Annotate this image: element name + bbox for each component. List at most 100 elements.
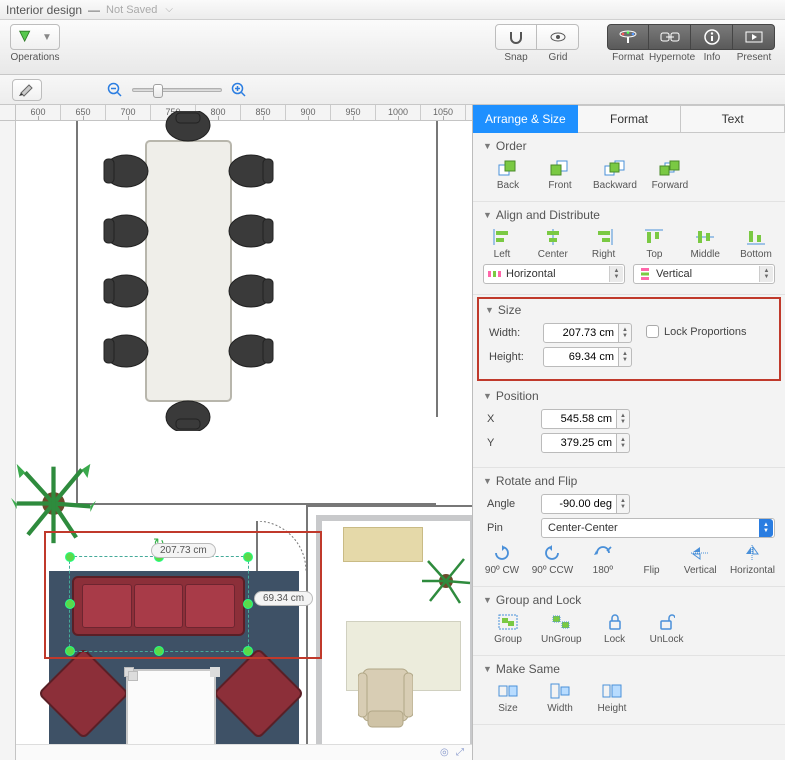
scrollbar-horizontal[interactable]: ◎ ⤢ — [16, 744, 472, 760]
tab-format[interactable]: Format — [578, 105, 682, 133]
rug-shape[interactable] — [343, 527, 423, 562]
disclosure-triangle-icon[interactable]: ▼ — [483, 210, 492, 220]
ungroup-button[interactable]: UnGroup — [541, 613, 582, 645]
pin-select[interactable]: Center-Center▲▼ — [541, 518, 775, 538]
align-bottom-button[interactable]: Bottom — [737, 228, 775, 260]
snap-label: Snap — [495, 52, 537, 63]
ruler-vertical — [0, 121, 16, 760]
height-input[interactable] — [543, 347, 619, 367]
section-make-same: ▼ Make Same Size Width Height — [473, 656, 785, 725]
snap-grid-group: Snap Grid — [495, 24, 579, 63]
canvas-area[interactable]: 600650700750800850900950100010501100 — [0, 105, 473, 760]
resize-handle[interactable] — [243, 552, 253, 562]
operations-group: ▼ Operations — [10, 24, 60, 63]
dining-table-shape[interactable] — [96, 111, 281, 431]
group-button[interactable]: Group — [489, 613, 527, 645]
tab-arrange-size[interactable]: Arrange & Size — [473, 105, 578, 133]
zoom-control — [106, 81, 248, 99]
view-group: Format Hypernote Info Present — [607, 24, 775, 63]
y-input[interactable] — [541, 433, 617, 453]
rotate-cw-button[interactable]: 90º CW — [483, 544, 521, 576]
disclosure-triangle-icon[interactable]: ▼ — [483, 664, 492, 674]
ruler-corner — [0, 105, 16, 121]
selection-bounds[interactable]: ↻ — [69, 556, 249, 652]
x-input[interactable] — [541, 409, 617, 429]
pin-label: Pin — [487, 522, 535, 534]
section-title: Align and Distribute — [496, 208, 600, 222]
unlock-button[interactable]: UnLock — [648, 613, 686, 645]
disclosure-triangle-icon[interactable]: ▼ — [483, 595, 492, 605]
resize-handle[interactable] — [243, 646, 253, 656]
distribute-vertical-select[interactable]: Vertical▲▼ — [633, 264, 775, 284]
zoom-slider[interactable] — [132, 88, 222, 92]
grid-button[interactable] — [537, 24, 579, 50]
flip-vertical-button[interactable]: Vertical — [681, 544, 719, 576]
section-group: ▼ Group and Lock Group UnGroup Lock UnLoc… — [473, 587, 785, 656]
format-label: Format — [607, 52, 649, 63]
align-top-button[interactable]: Top — [635, 228, 673, 260]
resize-handle[interactable] — [65, 552, 75, 562]
zoom-in-button[interactable] — [230, 81, 248, 99]
snap-button[interactable] — [495, 24, 537, 50]
same-height-button[interactable]: Height — [593, 682, 631, 714]
rotate-ccw-button[interactable]: 90º CCW — [532, 544, 573, 576]
bring-front-button[interactable]: Front — [541, 159, 579, 191]
stepper-icon[interactable]: ▲▼ — [619, 323, 632, 343]
disclosure-triangle-icon[interactable]: ▼ — [483, 391, 492, 401]
hypernote-label: Hypernote — [649, 52, 691, 63]
send-back-button[interactable]: Back — [489, 159, 527, 191]
send-backward-button[interactable]: Backward — [593, 159, 637, 191]
disclosure-triangle-icon[interactable]: ▼ — [483, 141, 492, 151]
same-size-button[interactable]: Size — [489, 682, 527, 714]
flip-label: Flip — [633, 544, 671, 576]
resize-handle[interactable] — [65, 646, 75, 656]
stepper-icon[interactable]: ▲▼ — [617, 433, 630, 453]
resize-handle[interactable] — [65, 599, 75, 609]
save-status: Not Saved — [106, 4, 157, 16]
target-icon[interactable]: ◎ — [440, 747, 452, 759]
hypernote-button[interactable] — [649, 24, 691, 50]
disclosure-triangle-icon[interactable]: ▼ — [483, 476, 492, 486]
armchair-shape[interactable] — [358, 661, 413, 731]
stepper-icon[interactable]: ▲▼ — [617, 409, 630, 429]
align-center-button[interactable]: Center — [534, 228, 572, 260]
distribute-horizontal-select[interactable]: Horizontal▲▼ — [483, 264, 625, 284]
rotate-180-button[interactable]: 180º — [584, 544, 622, 576]
present-button[interactable] — [733, 24, 775, 50]
section-title: Group and Lock — [496, 593, 581, 607]
zoom-out-button[interactable] — [106, 81, 124, 99]
disclosure-triangle-icon[interactable]: ▼ — [485, 305, 494, 315]
canvas[interactable]: ↻ 207.73 cm 69.34 cm — [16, 121, 472, 744]
format-painter-button[interactable] — [12, 79, 42, 101]
width-input[interactable] — [543, 323, 619, 343]
align-left-button[interactable]: Left — [483, 228, 521, 260]
chevron-down-icon[interactable]: ⌵ — [165, 4, 173, 15]
resize-handle[interactable] — [154, 646, 164, 656]
section-title: Position — [496, 389, 539, 403]
align-right-button[interactable]: Right — [585, 228, 623, 260]
lock-button[interactable]: Lock — [596, 613, 634, 645]
stepper-icon[interactable]: ▲▼ — [617, 494, 630, 514]
zoom-toolbar — [0, 75, 785, 105]
section-title: Make Same — [496, 662, 560, 676]
bring-forward-button[interactable]: Forward — [651, 159, 689, 191]
expand-icon[interactable]: ⤢ — [456, 747, 468, 759]
section-title: Size — [498, 303, 521, 317]
height-label: Height: — [489, 351, 537, 363]
angle-input[interactable] — [541, 494, 617, 514]
lock-proportions-checkbox[interactable]: Lock Proportions — [646, 325, 747, 338]
tab-text[interactable]: Text — [681, 105, 785, 133]
window-titlebar: Interior design — Not Saved ⌵ — [0, 0, 785, 20]
operations-button[interactable]: ▼ — [10, 24, 60, 50]
plant-shape[interactable] — [416, 551, 473, 611]
flip-horizontal-button[interactable]: Horizontal — [730, 544, 775, 576]
resize-handle[interactable] — [243, 599, 253, 609]
dimension-width-label: 207.73 cm — [151, 543, 216, 558]
info-button[interactable] — [691, 24, 733, 50]
format-panel-button[interactable] — [607, 24, 649, 50]
info-label: Info — [691, 52, 733, 63]
section-title: Rotate and Flip — [496, 474, 577, 488]
align-middle-button[interactable]: Middle — [686, 228, 724, 260]
same-width-button[interactable]: Width — [541, 682, 579, 714]
stepper-icon[interactable]: ▲▼ — [619, 347, 632, 367]
